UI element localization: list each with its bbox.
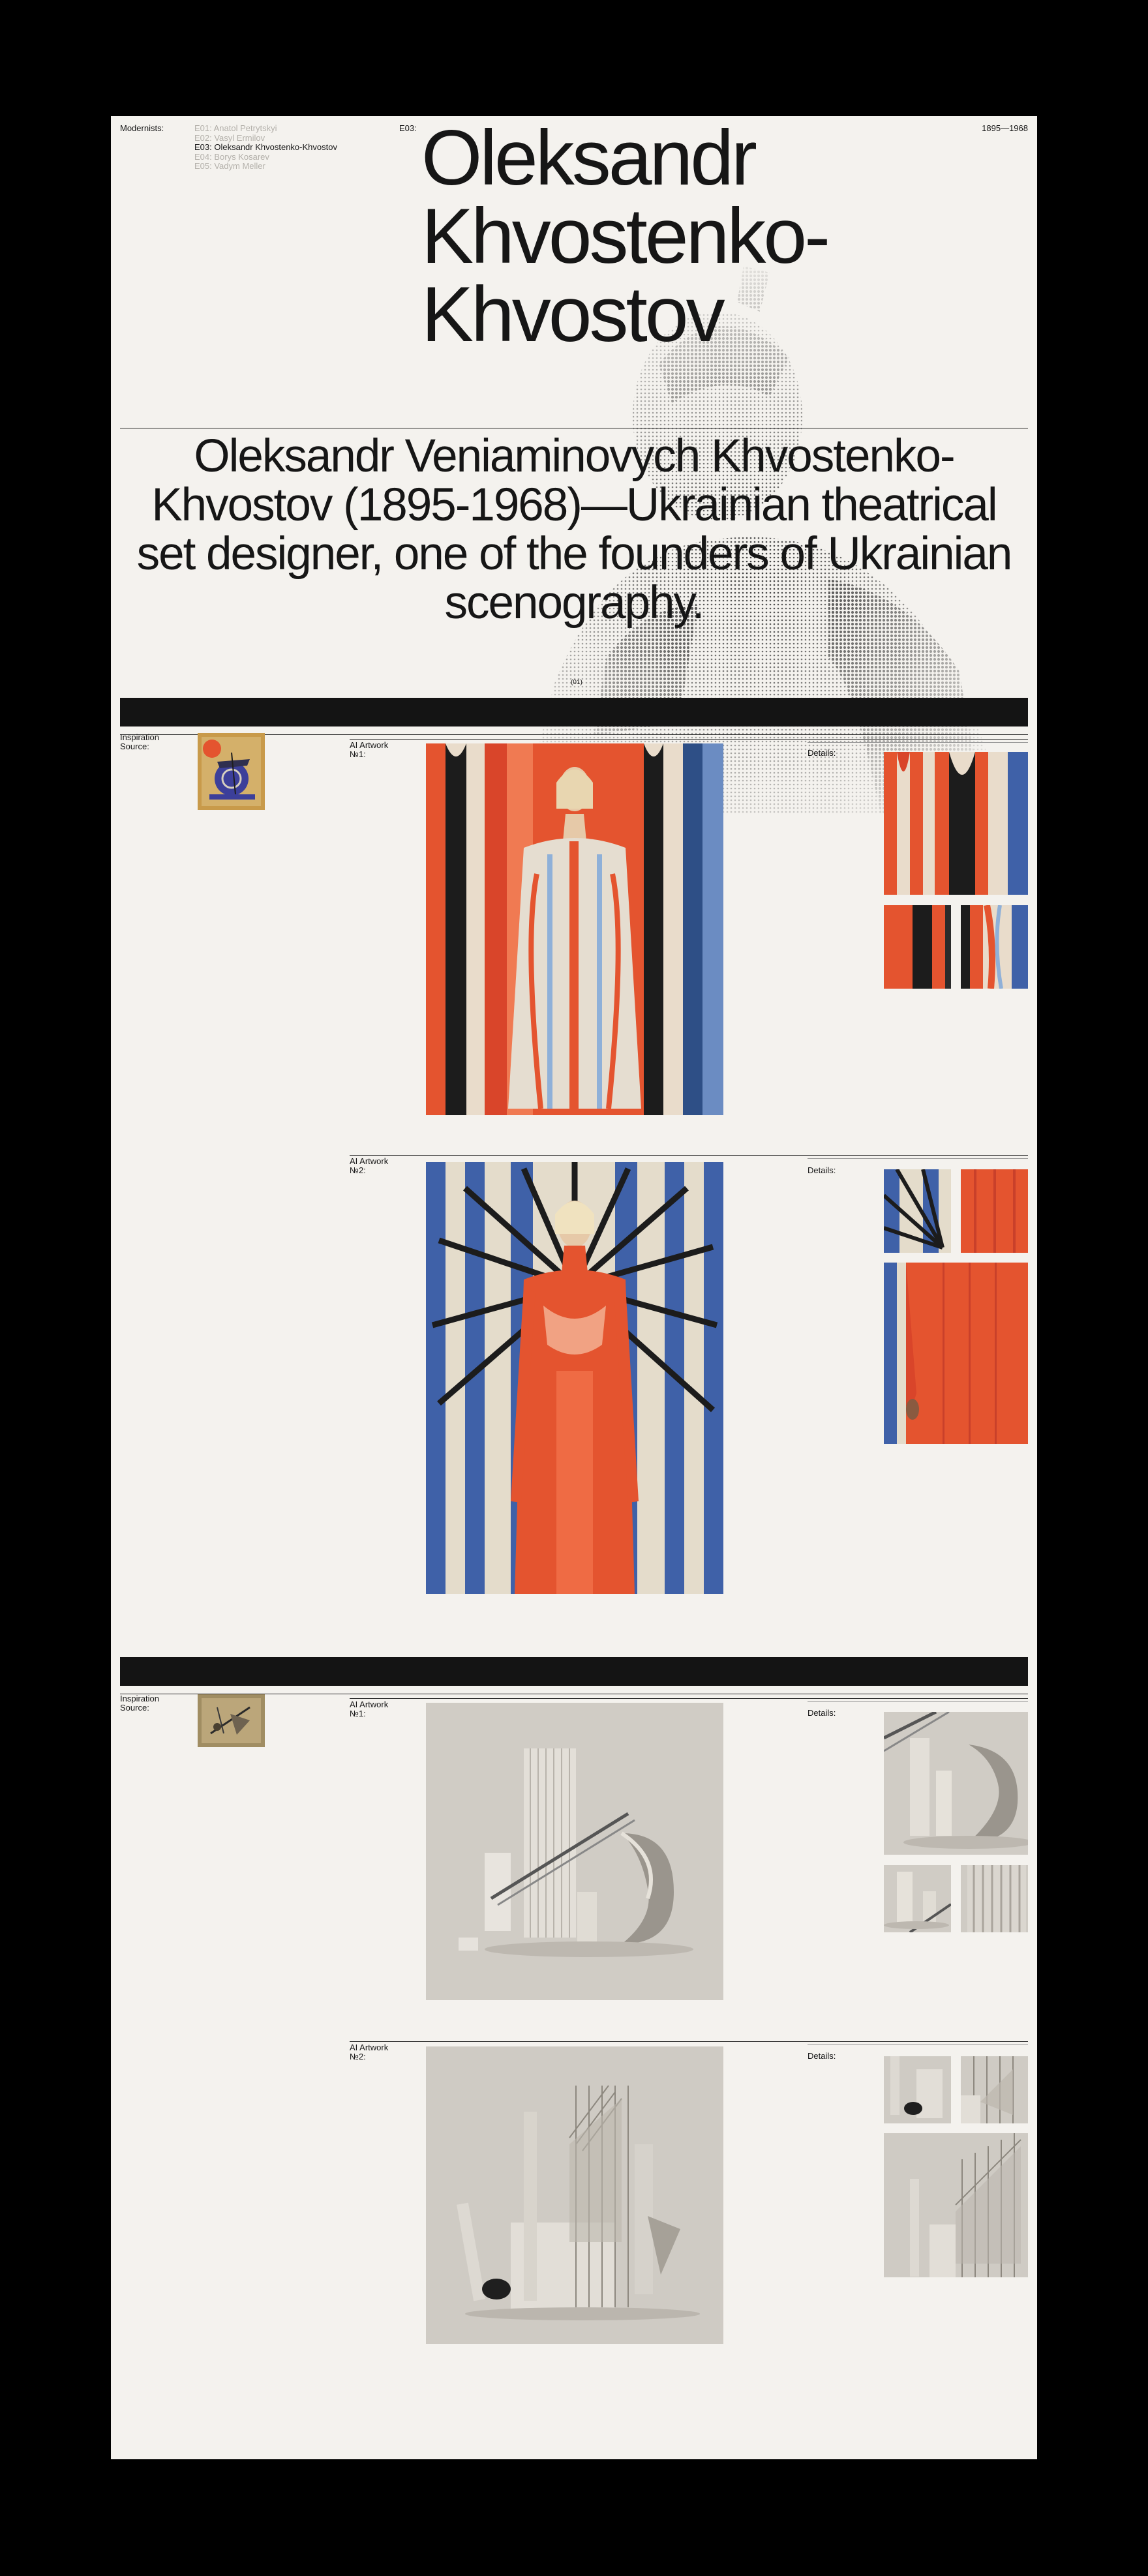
detail-2-2-b-image[interactable]	[961, 2056, 1028, 2123]
detail-2-2-c-image[interactable]	[884, 2133, 1028, 2277]
nav-item-e04[interactable]: E04: Borys Kosarev	[194, 152, 337, 162]
artwork-1-2-label: AI Artwork №2:	[350, 1156, 389, 1175]
details-1-1-rule	[808, 742, 1028, 743]
ai-artwork-2-1-image[interactable]	[426, 1703, 723, 2000]
details-1-2-label: Details:	[808, 1165, 836, 1175]
modernists-label: Modernists:	[120, 123, 164, 133]
detail-1-1-c-image[interactable]	[961, 905, 1028, 989]
inspiration-source-2-image[interactable]	[198, 1694, 265, 1747]
ai-artwork-1-1-image[interactable]	[426, 743, 723, 1115]
section-1-bar	[120, 698, 1028, 726]
nav-item-e05[interactable]: E05: Vadym Meller	[194, 161, 337, 172]
ai-artwork-1-2-image[interactable]	[426, 1162, 723, 1594]
detail-2-1-b-image[interactable]	[884, 1865, 951, 1932]
inspiration-label-2: Inspiration Source:	[120, 1694, 159, 1713]
artwork-2-1-rule	[350, 1698, 1028, 1699]
details-1-2-rule	[808, 1158, 1028, 1159]
details-2-1-label: Details:	[808, 1708, 836, 1718]
detail-1-2-b-image[interactable]	[961, 1169, 1028, 1253]
episode-code: E03:	[399, 123, 417, 133]
artwork-1-2-rule	[350, 1155, 1028, 1156]
artist-description: Oleksandr Veniaminovych Khvostenko-Khvos…	[136, 430, 1013, 629]
nav-item-e01[interactable]: E01: Anatol Petrytskyi	[194, 123, 337, 134]
section-2-bar	[120, 1657, 1028, 1686]
artwork-1-1-label: AI Artwork №1:	[350, 740, 389, 759]
artwork-1-1-rule	[350, 739, 1028, 740]
page: Modernists: E01: Anatol Petrytskyi E02: …	[111, 116, 1037, 2459]
inspiration-source-1-image[interactable]	[198, 733, 265, 810]
detail-2-2-a-image[interactable]	[884, 2056, 951, 2123]
ai-artwork-2-2-image[interactable]	[426, 2046, 723, 2344]
details-2-2-label: Details:	[808, 2051, 836, 2061]
artwork-2-2-label: AI Artwork №2:	[350, 2043, 389, 2061]
detail-1-1-a-image[interactable]	[884, 752, 1028, 895]
nav-item-e02[interactable]: E02: Vasyl Ermilov	[194, 133, 337, 143]
details-2-2-rule	[808, 2044, 1028, 2045]
inspiration-label-1: Inspiration Source:	[120, 732, 159, 751]
detail-1-2-a-image[interactable]	[884, 1169, 951, 1253]
photo-caption: (01)	[571, 679, 582, 686]
artist-title: Oleksandr Khvostenko- Khvostov	[421, 114, 830, 358]
series-nav: E01: Anatol Petrytskyi E02: Vasyl Ermilo…	[194, 123, 337, 172]
detail-1-1-b-image[interactable]	[884, 905, 951, 989]
detail-1-2-c-image[interactable]	[884, 1263, 1028, 1444]
artwork-2-1-label: AI Artwork №1:	[350, 1700, 389, 1718]
nav-item-e03-active[interactable]: E03: Oleksandr Khvostenko-Khvostov	[194, 142, 337, 153]
details-1-1-label: Details:	[808, 748, 836, 758]
detail-2-1-a-image[interactable]	[884, 1712, 1028, 1855]
detail-2-1-c-image[interactable]	[961, 1865, 1028, 1932]
artwork-2-2-rule	[350, 2041, 1028, 2042]
details-2-1-rule	[808, 1701, 1028, 1702]
